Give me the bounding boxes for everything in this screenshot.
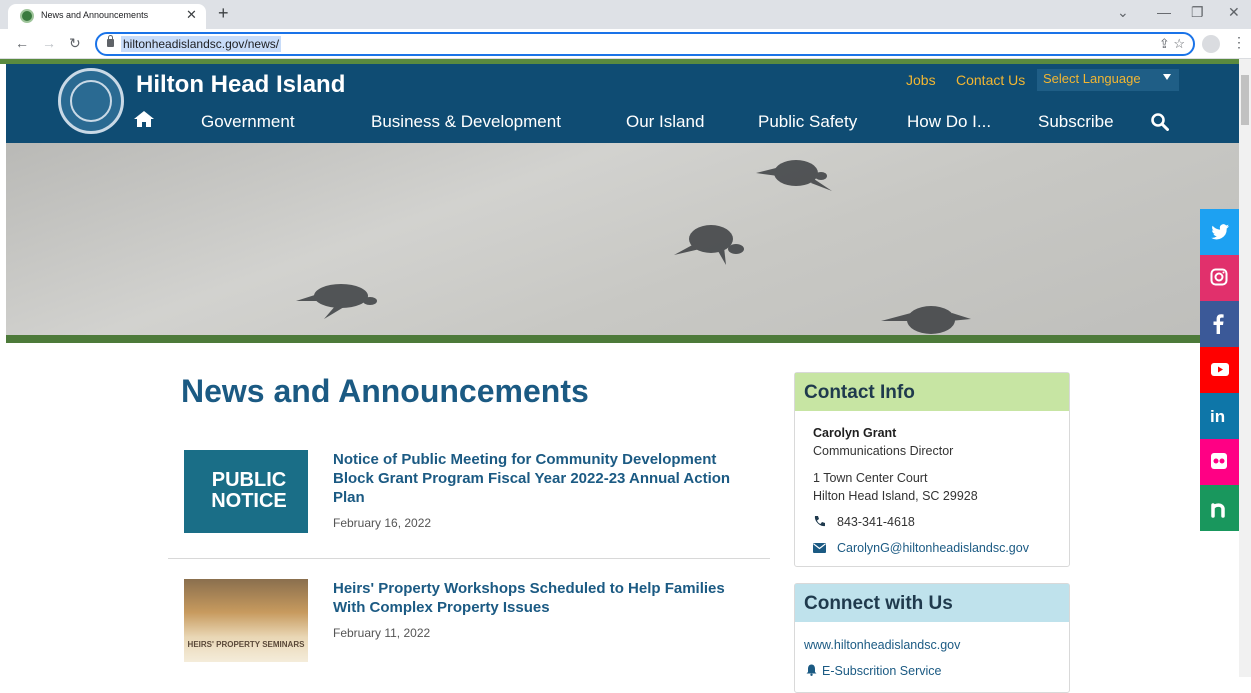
contact-address-line2: Hilton Head Island, SC 29928 bbox=[813, 489, 978, 503]
facebook-icon bbox=[1213, 314, 1224, 334]
contact-address-line1: 1 Town Center Court bbox=[813, 471, 928, 485]
bell-icon bbox=[806, 664, 817, 676]
url-text[interactable]: hiltonheadislandsc.gov/news/ bbox=[121, 36, 282, 52]
instagram-button[interactable] bbox=[1200, 255, 1239, 301]
page-title: News and Announcements bbox=[181, 373, 589, 409]
nav-our-island[interactable]: Our Island bbox=[626, 112, 704, 132]
news-title-link[interactable]: Heirs' Property Workshops Scheduled to H… bbox=[333, 579, 753, 617]
nav-public-safety[interactable]: Public Safety bbox=[758, 112, 857, 132]
profile-avatar[interactable] bbox=[1202, 35, 1220, 53]
twitter-button[interactable] bbox=[1200, 209, 1239, 255]
browser-menu-icon[interactable]: ⋮ bbox=[1232, 34, 1246, 51]
contact-us-link[interactable]: Contact Us bbox=[956, 72, 1025, 88]
window-close-icon[interactable]: ✕ bbox=[1228, 4, 1240, 21]
lock-icon[interactable] bbox=[107, 35, 114, 47]
instagram-icon bbox=[1210, 268, 1228, 286]
contact-info-card: Contact Info Carolyn Grant Communication… bbox=[794, 372, 1070, 567]
twitter-icon bbox=[1211, 224, 1229, 240]
linkedin-button[interactable]: in bbox=[1200, 393, 1239, 439]
town-seal-logo[interactable] bbox=[58, 68, 124, 134]
thumbnail-text: PUBLIC NOTICE bbox=[211, 469, 287, 512]
hero-image-sea-turtles bbox=[6, 143, 1239, 338]
site-header: Hilton Head Island Jobs Contact Us Selec… bbox=[6, 64, 1239, 143]
nav-how-do-i[interactable]: How Do I... bbox=[907, 112, 991, 132]
scrollbar-thumb[interactable] bbox=[1241, 75, 1249, 125]
connect-heading: Connect with Us bbox=[795, 584, 1069, 622]
language-select[interactable]: Select Language bbox=[1037, 69, 1179, 91]
chevron-down-icon bbox=[1163, 74, 1171, 80]
envelope-icon bbox=[813, 543, 826, 553]
facebook-button[interactable] bbox=[1200, 301, 1239, 347]
new-tab-icon[interactable]: + bbox=[218, 3, 229, 23]
nav-government[interactable]: Government bbox=[201, 112, 295, 132]
heirs-property-thumbnail[interactable]: HEIRS' PROPERTY SEMINARS bbox=[184, 579, 308, 662]
phone-icon bbox=[814, 516, 825, 527]
public-notice-thumbnail[interactable]: PUBLIC NOTICE bbox=[184, 450, 308, 533]
browser-toolbar: ← → ↻ hiltonheadislandsc.gov/news/ ⇪ ☆ ⋮ bbox=[0, 29, 1251, 59]
flickr-icon bbox=[1211, 453, 1227, 469]
site-title[interactable]: Hilton Head Island bbox=[136, 71, 345, 99]
back-icon[interactable]: ← bbox=[15, 35, 29, 51]
flickr-button[interactable] bbox=[1200, 439, 1239, 485]
address-bar[interactable]: hiltonheadislandsc.gov/news/ ⇪ ☆ bbox=[95, 32, 1195, 56]
search-icon[interactable] bbox=[1151, 113, 1169, 131]
close-tab-icon[interactable]: ✕ bbox=[186, 7, 197, 23]
browser-tab[interactable]: News and Announcements ✕ bbox=[8, 4, 206, 29]
contact-info-heading: Contact Info bbox=[795, 373, 1069, 411]
esubscription-link[interactable]: E-Subscrition Service bbox=[822, 664, 942, 678]
language-select-label: Select Language bbox=[1043, 71, 1141, 86]
forward-icon[interactable]: → bbox=[42, 35, 56, 51]
tab-title: News and Announcements bbox=[41, 10, 149, 20]
news-item[interactable]: PUBLIC NOTICE Notice of Public Meeting f… bbox=[168, 450, 770, 550]
jobs-link[interactable]: Jobs bbox=[906, 72, 936, 88]
contact-role: Communications Director bbox=[813, 444, 954, 458]
nav-subscribe[interactable]: Subscribe bbox=[1038, 112, 1114, 132]
news-item[interactable]: HEIRS' PROPERTY SEMINARS Heirs' Property… bbox=[168, 579, 770, 677]
page-scrollbar[interactable] bbox=[1239, 59, 1251, 677]
reload-icon[interactable]: ↻ bbox=[69, 35, 81, 52]
tab-search-icon[interactable]: ⌄ bbox=[1117, 4, 1129, 21]
minimize-icon[interactable]: — bbox=[1157, 4, 1171, 20]
news-date: February 16, 2022 bbox=[333, 516, 432, 530]
linkedin-icon: in bbox=[1210, 407, 1225, 426]
thumbnail-text: HEIRS' PROPERTY SEMINARS bbox=[187, 640, 305, 649]
bookmark-star-icon[interactable]: ⇪ ☆ bbox=[1159, 36, 1185, 52]
maximize-icon[interactable]: ❐ bbox=[1191, 4, 1204, 21]
nextdoor-icon bbox=[1211, 503, 1225, 518]
youtube-icon bbox=[1211, 363, 1229, 376]
nextdoor-button[interactable] bbox=[1200, 485, 1239, 531]
nav-business-development[interactable]: Business & Development bbox=[371, 112, 561, 132]
browser-tabstrip: News and Announcements ✕ + ⌄ — ❐ ✕ bbox=[0, 0, 1251, 29]
svg-text:in: in bbox=[1210, 407, 1225, 426]
contact-name: Carolyn Grant bbox=[813, 426, 897, 440]
news-date: February 11, 2022 bbox=[333, 626, 431, 640]
home-icon[interactable] bbox=[134, 111, 154, 127]
hero-turtles-illustration bbox=[296, 160, 971, 334]
news-divider bbox=[168, 558, 770, 559]
contact-phone[interactable]: 843-341-4618 bbox=[837, 515, 915, 529]
contact-email-link[interactable]: CarolynG@hiltonheadislandsc.gov bbox=[837, 541, 1029, 555]
website-link[interactable]: www.hiltonheadislandsc.gov bbox=[804, 638, 960, 652]
news-title-link[interactable]: Notice of Public Meeting for Community D… bbox=[333, 450, 753, 507]
youtube-button[interactable] bbox=[1200, 347, 1239, 393]
hero-bottom-band bbox=[6, 335, 1239, 343]
site-favicon bbox=[20, 9, 34, 23]
